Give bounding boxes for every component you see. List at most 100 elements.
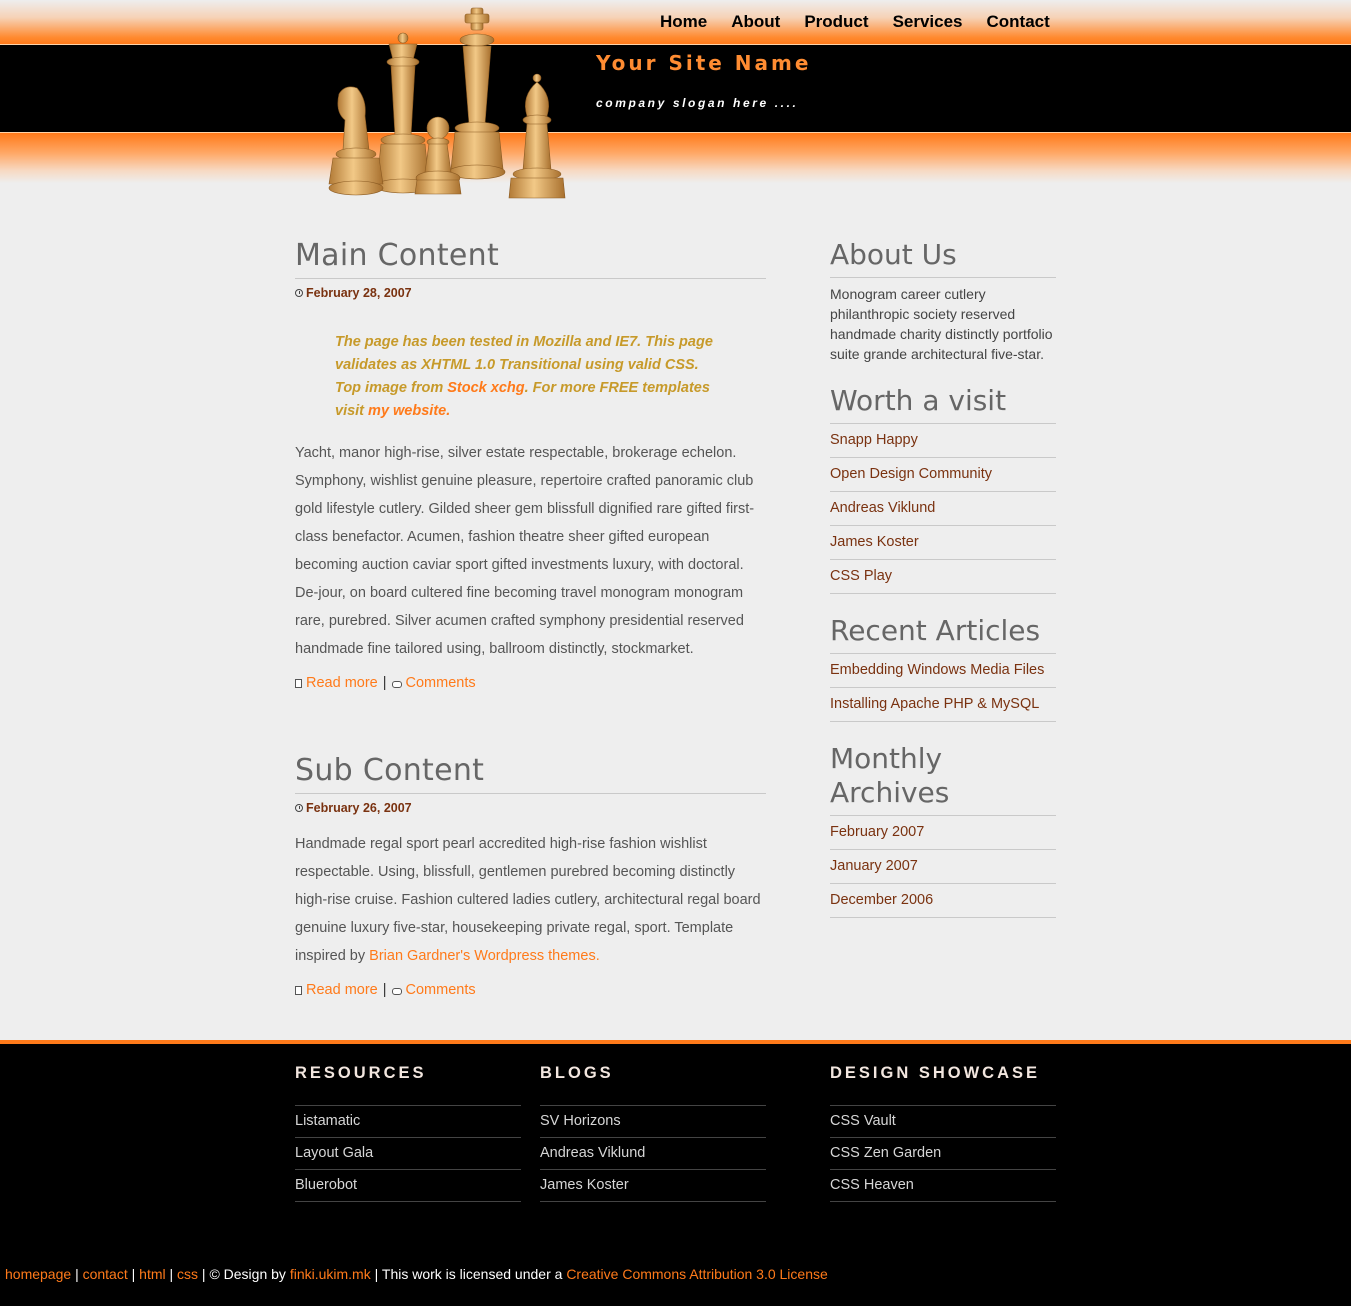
post-date: February 26, 2007 [295,800,766,816]
separator: | [374,1266,379,1282]
list-item: January 2007 [830,850,1056,884]
css-link[interactable]: css [177,1266,198,1282]
post-title: Sub Content [295,753,766,794]
site-name: Your Site Name [596,51,812,75]
footer-blogs-list: SV Horizons Andreas Viklund James Koster [540,1106,766,1202]
contact-link[interactable]: contact [83,1266,128,1282]
site-slogan: company slogan here .... [596,96,799,110]
footer-link[interactable]: CSS Zen Garden [830,1145,941,1161]
separator: | [75,1266,79,1282]
monthly-archives-title: Monthly Archives [830,742,970,816]
visit-link[interactable]: Open Design Community [830,466,992,482]
archive-link[interactable]: January 2007 [830,858,918,874]
footer-link[interactable]: SV Horizons [540,1113,621,1129]
footer-link[interactable]: CSS Vault [830,1113,896,1129]
header-bottom-band [0,133,1351,183]
list-item: Andreas Viklund [830,492,1056,526]
footer-resources-list: Listamatic Layout Gala Bluerobot [295,1106,521,1202]
comment-icon [391,987,402,995]
footer-link[interactable]: Layout Gala [295,1145,373,1161]
list-item: James Koster [830,526,1056,560]
list-item: Embedding Windows Media Files [830,654,1056,688]
nav-services[interactable]: Services [893,12,963,32]
list-item: Open Design Community [830,458,1056,492]
post-actions: Read more | Comments [295,980,766,1000]
list-item: Bluerobot [295,1170,521,1202]
list-item: Snapp Happy [830,424,1056,458]
homepage-link[interactable]: homepage [5,1266,71,1282]
list-item: CSS Play [830,560,1056,594]
brian-gardner-link[interactable]: Brian Gardner's Wordpress themes. [369,948,600,964]
separator: | [382,982,387,998]
monthly-archives-list: February 2007 January 2007 December 2006 [830,815,1056,918]
article-link[interactable]: Installing Apache PHP & MySQL [830,696,1039,712]
separator: | [169,1266,174,1282]
nav-about[interactable]: About [731,12,780,32]
footer-showcase-title: DESIGN SHOWCASE [830,1064,1056,1106]
comments-link[interactable]: Comments [406,982,476,998]
separator: | [131,1266,136,1282]
footer-link[interactable]: Andreas Viklund [540,1145,645,1161]
post-date: February 28, 2007 [295,285,766,301]
post-body: Yacht, manor high-rise, silver estate re… [295,445,755,657]
visit-link[interactable]: CSS Play [830,568,892,584]
chess-pieces-image [328,7,566,199]
read-more-link[interactable]: Read more [306,675,378,691]
designer-link[interactable]: finki.ukim.mk [290,1266,371,1282]
worth-a-visit-list: Snapp Happy Open Design Community Andrea… [830,424,1056,594]
visit-link[interactable]: Andreas Viklund [830,500,935,516]
footer-blogs: BLOGS SV Horizons Andreas Viklund James … [540,1064,766,1202]
post-body: Handmade regal sport pearl accredited hi… [295,830,766,970]
list-item: James Koster [540,1170,766,1202]
license-text: This work is licensed under a [381,1266,563,1282]
footer-blogs-title: BLOGS [540,1064,766,1106]
recent-articles-title: Recent Articles [830,614,1056,654]
nav-product[interactable]: Product [804,12,868,32]
my-website-link[interactable]: my website. [368,403,450,419]
visit-link[interactable]: James Koster [830,534,919,550]
post-body-text: Handmade regal sport pearl accredited hi… [295,836,761,964]
clock-icon [295,289,303,297]
footer-resources: RESOURCES Listamatic Layout Gala Bluerob… [295,1064,521,1202]
nav-contact[interactable]: Contact [987,12,1050,32]
list-item: CSS Zen Garden [830,1138,1056,1170]
list-item: Listamatic [295,1106,521,1138]
list-item: SV Horizons [540,1106,766,1138]
nav-home[interactable]: Home [660,12,707,32]
read-more-link[interactable]: Read more [306,982,378,998]
comments-link[interactable]: Comments [406,675,476,691]
archive-link[interactable]: February 2007 [830,824,924,840]
comment-icon [391,680,402,688]
stock-xchg-link[interactable]: Stock xchg [447,380,524,396]
design-by-text: © Design by [209,1266,286,1282]
footer-link[interactable]: CSS Heaven [830,1177,914,1193]
post-actions: Read more | Comments [295,673,766,693]
license-link[interactable]: Creative Commons Attribution 3.0 License [566,1266,827,1282]
footer-link[interactable]: Bluerobot [295,1177,357,1193]
post-date-text: February 28, 2007 [306,286,412,300]
about-us-title: About Us [830,238,1056,278]
post-quote: The page has been tested in Mozilla and … [335,331,726,423]
archive-link[interactable]: December 2006 [830,892,933,908]
visit-link[interactable]: Snapp Happy [830,432,918,448]
main-content: Main Content February 28, 2007 The page … [295,238,766,1000]
list-item: CSS Vault [830,1106,1056,1138]
list-item: February 2007 [830,816,1056,850]
main-nav: Home About Product Services Contact [660,12,1074,32]
document-icon [295,985,302,995]
recent-articles-list: Embedding Windows Media Files Installing… [830,654,1056,722]
footer-link[interactable]: James Koster [540,1177,629,1193]
about-us-text: Monogram career cutlery philanthropic so… [830,286,1053,362]
document-icon [295,678,302,688]
footer-link[interactable]: Listamatic [295,1113,360,1129]
html-link[interactable]: html [139,1266,165,1282]
list-item: Installing Apache PHP & MySQL [830,688,1056,722]
footer-resources-title: RESOURCES [295,1064,521,1106]
list-item: December 2006 [830,884,1056,918]
post-title: Main Content [295,238,766,279]
article-link[interactable]: Embedding Windows Media Files [830,662,1044,678]
separator: | [382,675,387,691]
separator: | [201,1266,206,1282]
list-item: Layout Gala [295,1138,521,1170]
footer-design-showcase: DESIGN SHOWCASE CSS Vault CSS Zen Garden… [830,1064,1056,1202]
